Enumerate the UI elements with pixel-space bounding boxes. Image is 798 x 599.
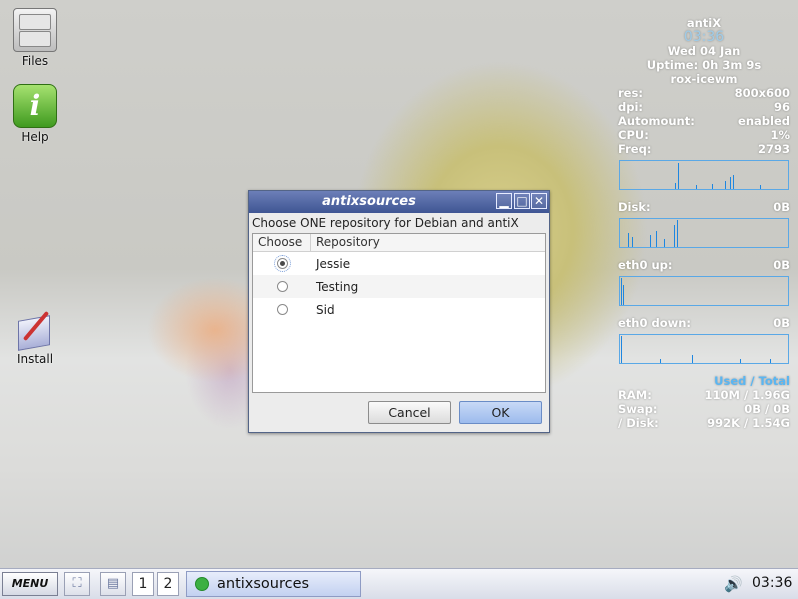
desktop-icon-help[interactable]: i Help — [5, 84, 65, 144]
dialog-titlebar[interactable]: antixsources ▁ □ ✕ — [249, 191, 549, 213]
mem-row: Swap: 0B / 0B — [618, 402, 790, 416]
stat-label: Freq: — [618, 142, 652, 156]
dialog-title: antixsources — [322, 194, 416, 209]
stat-label: Automount: — [618, 114, 695, 128]
eth-down-value: 0B — [773, 316, 790, 330]
eth-down-label: eth0 down: — [618, 316, 692, 330]
monitor-clock: 03:36 — [683, 29, 725, 45]
system-monitor: antiX 03:36 Wed 04 Jan Uptime: 0h 3m 9s … — [618, 16, 790, 430]
file-manager-icon[interactable]: ▤ — [100, 572, 126, 596]
menu-button[interactable]: MENU — [2, 572, 58, 596]
used-total-header: Used / Total — [714, 374, 790, 388]
stat-row: CPU: 1% — [618, 128, 790, 142]
list-item[interactable]: Jessie — [253, 252, 545, 275]
mem-label: / Disk: — [618, 416, 659, 430]
stat-row: Automount: enabled — [618, 114, 790, 128]
info-icon: i — [13, 84, 57, 128]
mem-row: RAM: 110M / 1.96G — [618, 388, 790, 402]
mem-label: RAM: — [618, 388, 652, 402]
disk-row: Disk: 0B — [618, 200, 790, 214]
list-header: Choose Repository — [253, 234, 545, 252]
radio-sid[interactable] — [277, 304, 288, 315]
workspace-2[interactable]: 2 — [157, 572, 179, 596]
desktop-icon-files[interactable]: Files — [5, 8, 65, 68]
window-manager: rox-icewm — [670, 72, 738, 86]
stat-value: 1% — [770, 128, 790, 142]
eth-up-label: eth0 up: — [618, 258, 673, 272]
stat-row: res: 800x600 — [618, 86, 790, 100]
repository-name: Testing — [316, 279, 359, 294]
minimize-icon[interactable]: ▁ — [496, 193, 512, 209]
monitor-date: Wed 04 Jan — [667, 44, 741, 58]
eth-down-graph — [619, 334, 789, 364]
column-header-repository[interactable]: Repository — [311, 234, 380, 251]
desktop-icon-label: Install — [16, 352, 54, 366]
column-header-choose[interactable]: Choose — [253, 234, 311, 251]
stat-label: CPU: — [618, 128, 649, 142]
monitor-uptime: Uptime: 0h 3m 9s — [646, 58, 762, 72]
stat-label: res: — [618, 86, 643, 100]
disk-label: Disk: — [618, 200, 651, 214]
radio-jessie[interactable] — [274, 255, 291, 272]
volume-icon[interactable]: 🔊 — [724, 575, 743, 593]
repository-name: Jessie — [316, 256, 351, 271]
list-item[interactable]: Sid — [253, 298, 545, 321]
cpu-graph — [619, 160, 789, 190]
show-desktop-icon[interactable]: ⛶ — [64, 572, 90, 596]
eth-up-value: 0B — [773, 258, 790, 272]
repository-name: Sid — [316, 302, 335, 317]
disk-graph — [619, 218, 789, 248]
tray-clock[interactable]: 03:36 — [752, 575, 792, 591]
stat-value: enabled — [738, 114, 790, 128]
task-label: antixsources — [217, 576, 310, 592]
stat-row: Freq: 2793 — [618, 142, 790, 156]
close-icon[interactable]: ✕ — [531, 193, 547, 209]
eth-up-graph — [619, 276, 789, 306]
mem-value: 110M / 1.96G — [704, 388, 790, 402]
hostname: antiX — [686, 16, 722, 30]
eth-down-row: eth0 down: 0B — [618, 316, 790, 330]
workspace-1[interactable]: 1 — [132, 572, 154, 596]
mem-row: / Disk: 992K / 1.54G — [618, 416, 790, 430]
taskbar: MENU ⛶ ▤ 1 2 antixsources 🔊 03:36 — [0, 568, 798, 599]
desktop-icon-label: Help — [21, 130, 49, 144]
stat-value: 800x600 — [734, 86, 790, 100]
list-item[interactable]: Testing — [253, 275, 545, 298]
ok-button[interactable]: OK — [459, 401, 542, 424]
mem-value: 0B / 0B — [744, 402, 790, 416]
taskbar-item-antixsources[interactable]: antixsources — [186, 571, 361, 597]
stat-row: dpi: 96 — [618, 100, 790, 114]
installer-icon — [14, 308, 56, 351]
app-status-icon — [195, 577, 209, 591]
disk-value: 0B — [773, 200, 790, 214]
maximize-icon[interactable]: □ — [514, 193, 530, 209]
stat-label: dpi: — [618, 100, 644, 114]
stat-value: 96 — [773, 100, 790, 114]
file-cabinet-icon — [13, 8, 57, 52]
mem-label: Swap: — [618, 402, 658, 416]
cancel-button[interactable]: Cancel — [368, 401, 451, 424]
mem-value: 992K / 1.54G — [707, 416, 790, 430]
desktop-icon-install[interactable]: Install — [5, 308, 65, 366]
desktop-icon-label: Files — [21, 54, 49, 68]
dialog-prompt: Choose ONE repository for Debian and ant… — [252, 216, 519, 230]
eth-up-row: eth0 up: 0B — [618, 258, 790, 272]
repository-list: Choose Repository Jessie Testing Sid — [252, 233, 546, 393]
stat-value: 2793 — [757, 142, 790, 156]
radio-testing[interactable] — [277, 281, 288, 292]
antixsources-dialog: antixsources ▁ □ ✕ Choose ONE repository… — [248, 190, 550, 433]
